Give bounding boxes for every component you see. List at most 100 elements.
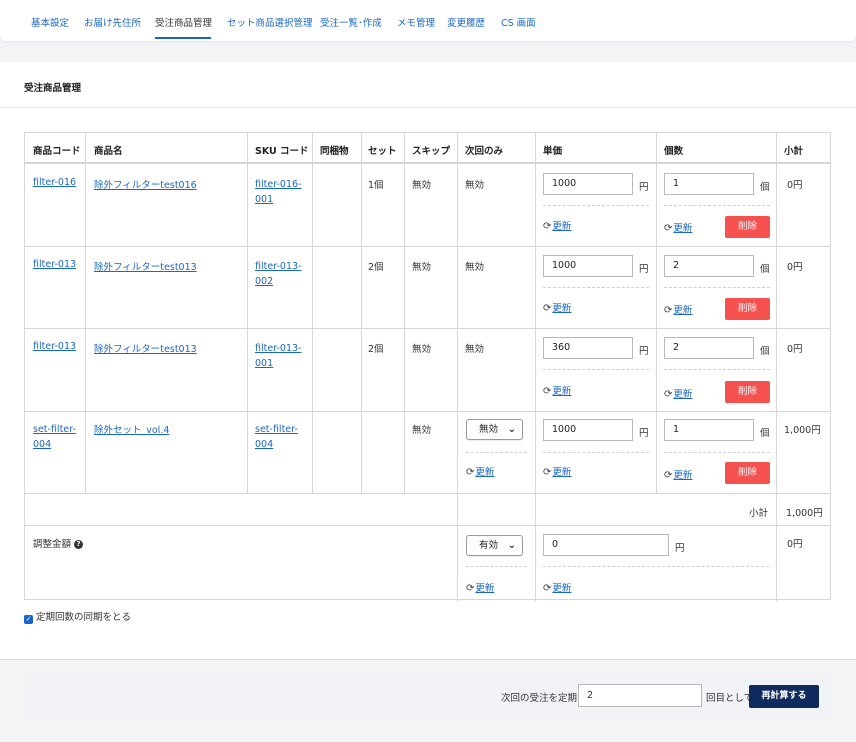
order-products-table: 商品コード 商品名 SKU コード 同梱物 セット スキップ 次回のみ 単価 個… bbox=[24, 132, 831, 601]
adjustment-label: 調整金額? bbox=[33, 536, 84, 550]
recalculate-button[interactable]: 再計算する bbox=[749, 685, 819, 708]
qty-unit: 個 bbox=[760, 428, 770, 439]
refresh-icon: ⟳ bbox=[664, 305, 673, 316]
adjustment-select-value: 有効 bbox=[479, 540, 499, 551]
update-label[interactable]: 更新 bbox=[673, 223, 692, 234]
chevron-down-icon: ⌄ bbox=[507, 540, 516, 551]
chevron-down-icon: ⌄ bbox=[507, 424, 516, 435]
product-name-link[interactable]: 除外セット_vol.4 bbox=[94, 422, 169, 436]
yen-unit: 円 bbox=[675, 543, 685, 554]
refresh-icon: ⟳ bbox=[543, 386, 552, 397]
delete-button[interactable]: 削除 bbox=[725, 216, 770, 238]
update-adjust-select-link[interactable]: ⟳更新 bbox=[466, 580, 494, 594]
adjustment-amount-input[interactable]: 0 bbox=[543, 534, 669, 556]
section-title: 受注商品管理 bbox=[24, 83, 82, 94]
skip-status: 無効 bbox=[412, 180, 432, 191]
update-label[interactable]: 更新 bbox=[552, 386, 571, 397]
update-price-link[interactable]: ⟳更新 bbox=[543, 300, 571, 314]
sku-code-link[interactable]: set-filter-004 bbox=[255, 422, 305, 452]
update-next-only-link[interactable]: ⟳更新 bbox=[466, 464, 494, 478]
sku-code-link[interactable]: filter-016-001 bbox=[255, 177, 305, 207]
set-count: 2個 bbox=[368, 344, 384, 355]
question-circle-icon[interactable]: ? bbox=[74, 540, 84, 549]
update-qty-link[interactable]: ⟳更新 bbox=[664, 386, 692, 400]
product-name-link[interactable]: 除外フィルターtest013 bbox=[94, 341, 197, 355]
update-price-link[interactable]: ⟳更新 bbox=[543, 464, 571, 478]
row-subtotal: 0円 bbox=[787, 180, 803, 191]
sync-checkbox[interactable]: ✓ 定期回数の同期をとる bbox=[24, 609, 131, 624]
unit-price-input[interactable]: 1000 bbox=[543, 419, 633, 441]
tab-set-product-selection[interactable]: セット商品選択管理 bbox=[227, 15, 313, 29]
update-label[interactable]: 更新 bbox=[552, 467, 571, 478]
tab-bar: 基本設定 お届け先住所 受注商品管理 セット商品選択管理 受注一覧･作成 メモ管… bbox=[0, 0, 856, 41]
yen-unit: 円 bbox=[639, 346, 649, 357]
dashed-divider bbox=[664, 452, 770, 453]
delete-button[interactable]: 削除 bbox=[725, 462, 770, 484]
tab-memo[interactable]: メモ管理 bbox=[397, 15, 435, 29]
set-count: 1個 bbox=[368, 180, 384, 191]
update-label[interactable]: 更新 bbox=[673, 470, 692, 481]
adjustment-select[interactable]: 有効 ⌄ bbox=[466, 535, 523, 556]
qty-input[interactable]: 2 bbox=[664, 337, 754, 359]
header-set: セット bbox=[368, 146, 397, 157]
unit-price-input[interactable]: 1000 bbox=[543, 173, 633, 195]
adjustment-label-text: 調整金額 bbox=[33, 539, 72, 550]
update-label[interactable]: 更新 bbox=[475, 583, 494, 594]
header-skip: スキップ bbox=[412, 146, 451, 157]
tab-cs-screen[interactable]: CS 画面 bbox=[501, 15, 536, 29]
dashed-divider bbox=[664, 369, 770, 370]
table-row: filter-013 除外フィルターtest013 filter-013-001… bbox=[25, 329, 830, 411]
product-code-link[interactable]: filter-013 bbox=[33, 341, 76, 352]
next-only-select[interactable]: 無効 ⌄ bbox=[466, 419, 523, 440]
subtotal-value: 1,000円 bbox=[786, 508, 823, 519]
update-label[interactable]: 更新 bbox=[552, 303, 571, 314]
header-qty: 個数 bbox=[664, 146, 684, 157]
checkbox-checked-icon[interactable]: ✓ bbox=[24, 615, 33, 624]
qty-input[interactable]: 1 bbox=[664, 419, 754, 441]
header-bundle: 同梱物 bbox=[320, 146, 349, 157]
skip-status: 無効 bbox=[412, 425, 432, 436]
unit-price-input[interactable]: 360 bbox=[543, 337, 633, 359]
update-price-link[interactable]: ⟳更新 bbox=[543, 383, 571, 397]
update-qty-link[interactable]: ⟳更新 bbox=[664, 467, 692, 481]
table-row: filter-013 除外フィルターtest013 filter-013-002… bbox=[25, 247, 830, 328]
table-row: set-filter-004 除外セット_vol.4 set-filter-00… bbox=[25, 412, 830, 493]
update-qty-link[interactable]: ⟳更新 bbox=[664, 220, 692, 234]
update-label[interactable]: 更新 bbox=[673, 389, 692, 400]
update-qty-link[interactable]: ⟳更新 bbox=[664, 302, 692, 316]
product-code-link[interactable]: filter-013 bbox=[33, 259, 76, 270]
tab-order-list[interactable]: 受注一覧･作成 bbox=[320, 15, 382, 29]
subtotal-label: 小計 bbox=[749, 508, 769, 519]
header-subtotal: 小計 bbox=[784, 146, 804, 157]
product-name-link[interactable]: 除外フィルターtest013 bbox=[94, 259, 197, 273]
update-price-link[interactable]: ⟳更新 bbox=[543, 218, 571, 232]
delete-button[interactable]: 削除 bbox=[725, 381, 770, 403]
sku-code-link[interactable]: filter-013-002 bbox=[255, 259, 305, 289]
tab-history[interactable]: 変更履歴 bbox=[447, 15, 485, 29]
next-only-status: 無効 bbox=[465, 180, 485, 191]
skip-status: 無効 bbox=[412, 262, 432, 273]
update-label[interactable]: 更新 bbox=[552, 583, 571, 594]
next-order-count-input[interactable]: 2 bbox=[578, 684, 702, 707]
product-name-link[interactable]: 除外フィルターtest016 bbox=[94, 177, 197, 191]
product-code-link[interactable]: set-filter-004 bbox=[33, 422, 81, 452]
sku-code-link[interactable]: filter-013-001 bbox=[255, 341, 305, 371]
order-products-panel: 受注商品管理 商品コード 商品名 SKU コード 同梱物 セット スキップ 次回… bbox=[0, 62, 856, 660]
row-subtotal: 0円 bbox=[787, 262, 803, 273]
product-code-link[interactable]: filter-016 bbox=[33, 177, 76, 188]
qty-input[interactable]: 2 bbox=[664, 255, 754, 277]
update-label[interactable]: 更新 bbox=[673, 305, 692, 316]
tab-delivery-address[interactable]: お届け先住所 bbox=[84, 15, 141, 29]
update-label[interactable]: 更新 bbox=[475, 467, 494, 478]
delete-button[interactable]: 削除 bbox=[725, 298, 770, 320]
table-header: 商品コード 商品名 SKU コード 同梱物 セット スキップ 次回のみ 単価 個… bbox=[25, 133, 830, 164]
qty-input[interactable]: 1 bbox=[664, 173, 754, 195]
tab-basic-settings[interactable]: 基本設定 bbox=[31, 15, 69, 29]
tab-order-products[interactable]: 受注商品管理 bbox=[155, 15, 212, 29]
refresh-icon: ⟳ bbox=[543, 303, 552, 314]
active-tab-indicator bbox=[155, 37, 211, 39]
unit-price-input[interactable]: 1000 bbox=[543, 255, 633, 277]
update-adjust-amount-link[interactable]: ⟳更新 bbox=[543, 580, 571, 594]
refresh-icon: ⟳ bbox=[664, 389, 673, 400]
update-label[interactable]: 更新 bbox=[552, 221, 571, 232]
